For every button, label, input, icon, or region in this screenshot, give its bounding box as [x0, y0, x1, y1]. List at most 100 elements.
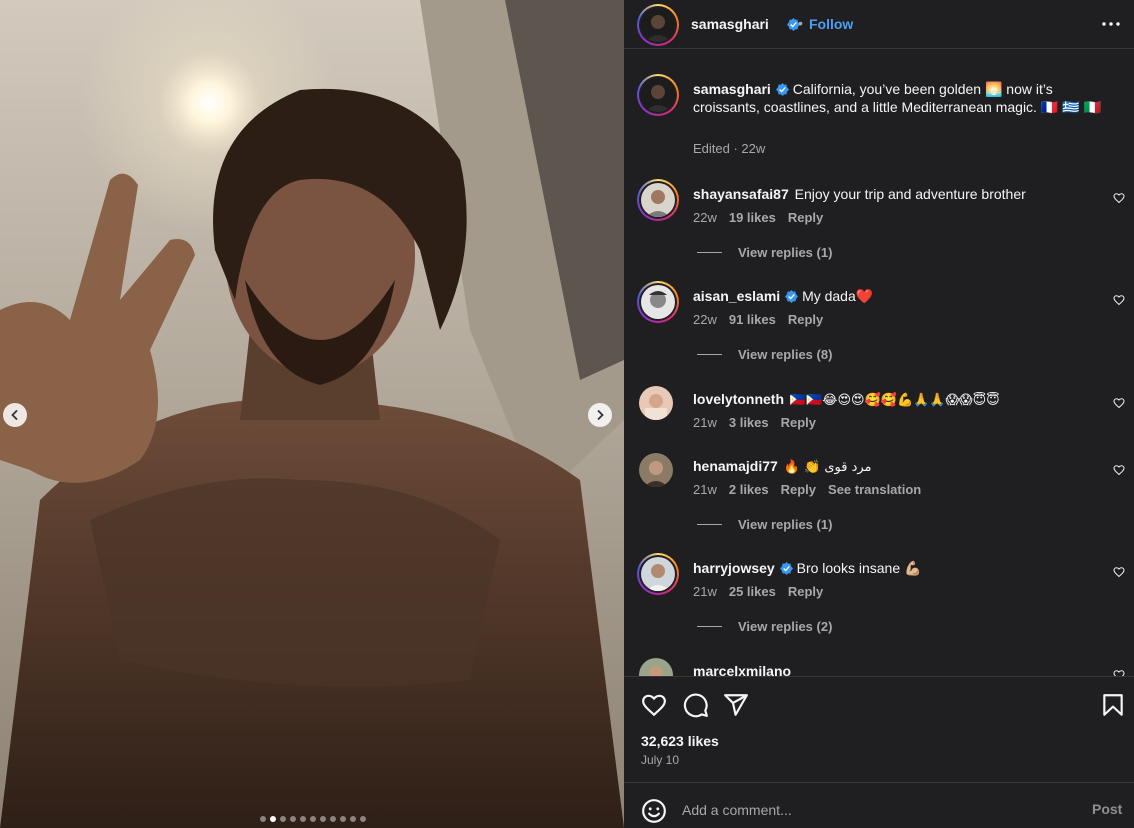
comment-avatar[interactable] — [637, 281, 679, 323]
comment-avatar[interactable] — [637, 179, 679, 221]
comment-body: Enjoy your trip and adventure brother — [794, 186, 1026, 202]
comment-text: henamajdi77 🔥 👏 مرد قوی — [693, 457, 1113, 477]
comment-likes[interactable]: 2 likes — [729, 482, 769, 497]
view-replies-button[interactable]: View replies (1) — [697, 517, 832, 532]
emoji-icon[interactable] — [641, 798, 667, 824]
chevron-left-icon — [11, 410, 18, 420]
carousel-dot — [350, 816, 356, 822]
save-icon[interactable] — [1100, 692, 1126, 718]
reply-button[interactable]: Reply — [788, 312, 823, 327]
carousel-indicator — [0, 816, 624, 822]
comment-age: 22w — [693, 312, 717, 327]
comment-body: 🇵🇭🇵🇭😂😍😍🥰🥰💪🙏🙏😱😱😇😇 — [789, 393, 1000, 408]
heart-icon[interactable] — [1113, 669, 1125, 676]
heart-icon[interactable] — [1113, 294, 1125, 306]
avatar-image — [641, 557, 675, 591]
carousel-dot — [290, 816, 296, 822]
carousel-prev-button[interactable] — [3, 403, 27, 427]
reply-button[interactable]: Reply — [788, 584, 823, 599]
comments-list[interactable]: samasghari California, you’ve been golde… — [624, 60, 1134, 676]
view-replies-button[interactable]: View replies (8) — [697, 347, 832, 362]
post-viewer: samasghari • Follow samasghari Californi… — [0, 0, 1134, 828]
comment-avatar[interactable] — [639, 658, 673, 676]
comment-meta: 22w 19 likes Reply — [693, 210, 823, 225]
see-translation-button[interactable]: See translation — [828, 482, 921, 497]
caption-text: samasghari California, you’ve been golde… — [693, 80, 1113, 116]
post-actions — [624, 676, 1134, 728]
post-header: samasghari • Follow — [624, 0, 1134, 48]
comment-text: aisan_eslami My dada❤️ — [693, 287, 1113, 305]
carousel-dot — [360, 816, 366, 822]
carousel-dot — [260, 816, 266, 822]
comment-meta: 22w 91 likes Reply — [693, 312, 823, 327]
comment-avatar[interactable] — [639, 453, 673, 487]
caption-edited-age: Edited · 22w — [693, 141, 766, 156]
post-comment-button[interactable]: Post — [1092, 801, 1122, 817]
comment-meta: 21w 2 likes Reply See translation — [693, 482, 921, 497]
comment-age: 21w — [693, 415, 717, 430]
view-replies-button[interactable]: View replies (1) — [697, 245, 832, 260]
comment-likes[interactable]: 25 likes — [729, 584, 776, 599]
comment-username[interactable]: henamajdi77 — [693, 458, 778, 474]
reply-button[interactable]: Reply — [788, 210, 823, 225]
comment-text: marcelxmilano — [693, 662, 1113, 676]
heart-icon[interactable] — [1113, 566, 1125, 578]
caption-avatar[interactable] — [637, 74, 679, 116]
carousel-dot — [330, 816, 336, 822]
post-media[interactable] — [0, 0, 624, 828]
avatar-image — [639, 658, 673, 676]
reply-button[interactable]: Reply — [781, 415, 816, 430]
carousel-dot — [280, 816, 286, 822]
comment-input[interactable] — [682, 800, 1072, 820]
avatar-image — [641, 285, 675, 319]
comment-likes[interactable]: 3 likes — [729, 415, 769, 430]
caption-username[interactable]: samasghari — [693, 81, 771, 97]
heart-icon[interactable] — [1113, 464, 1125, 476]
view-replies-label: View replies (1) — [738, 245, 833, 260]
heart-icon[interactable] — [1113, 397, 1125, 409]
comment-body: 🔥 👏 مرد قوی — [783, 460, 872, 475]
comment-meta: 21w 3 likes Reply — [693, 415, 816, 430]
reply-button[interactable]: Reply — [781, 482, 816, 497]
comment-body: Bro looks insane 💪🏼 — [796, 560, 922, 576]
more-options-icon[interactable] — [1100, 16, 1122, 32]
heart-icon[interactable] — [1113, 192, 1125, 204]
replies-line — [697, 252, 722, 253]
view-replies-button[interactable]: View replies (2) — [697, 619, 832, 634]
follow-button[interactable]: Follow — [809, 16, 853, 32]
comment-username[interactable]: harryjowsey — [693, 560, 775, 576]
carousel-dot — [270, 816, 276, 822]
likes-count[interactable]: 32,623 likes — [641, 733, 719, 749]
replies-line — [697, 354, 722, 355]
comment-username[interactable]: shayansafai87 — [693, 186, 789, 202]
heart-icon[interactable] — [641, 692, 667, 718]
comment-username[interactable]: lovelytonneth — [693, 391, 784, 407]
carousel-dot — [340, 816, 346, 822]
post-date: July 10 — [641, 753, 680, 767]
comment-composer: Post — [624, 783, 1134, 828]
replies-line — [697, 626, 722, 627]
comment-age: 21w — [693, 584, 717, 599]
comment-avatar[interactable] — [637, 553, 679, 595]
comment-avatar[interactable] — [639, 386, 673, 420]
carousel-dot — [300, 816, 306, 822]
chevron-right-icon — [597, 410, 604, 420]
carousel-dot — [310, 816, 316, 822]
post-photo — [0, 0, 624, 828]
comment-username[interactable]: aisan_eslami — [693, 288, 780, 304]
comment-icon[interactable] — [683, 692, 709, 718]
replies-line — [697, 524, 722, 525]
carousel-next-button[interactable] — [588, 403, 612, 427]
post-sidebar: samasghari • Follow samasghari Californi… — [624, 0, 1134, 828]
comment-text: lovelytonneth 🇵🇭🇵🇭😂😍😍🥰🥰💪🙏🙏😱😱😇😇 — [693, 390, 1113, 410]
author-avatar[interactable] — [637, 4, 679, 46]
share-icon[interactable] — [723, 692, 749, 718]
comment-likes[interactable]: 19 likes — [729, 210, 776, 225]
comment-likes[interactable]: 91 likes — [729, 312, 776, 327]
view-replies-label: View replies (2) — [738, 619, 833, 634]
avatar-image — [641, 8, 675, 42]
caption-meta: Edited · 22w — [693, 141, 765, 156]
comment-body: My dada❤️ — [802, 288, 874, 304]
author-username[interactable]: samasghari — [691, 16, 769, 32]
comment-username[interactable]: marcelxmilano — [693, 663, 791, 676]
